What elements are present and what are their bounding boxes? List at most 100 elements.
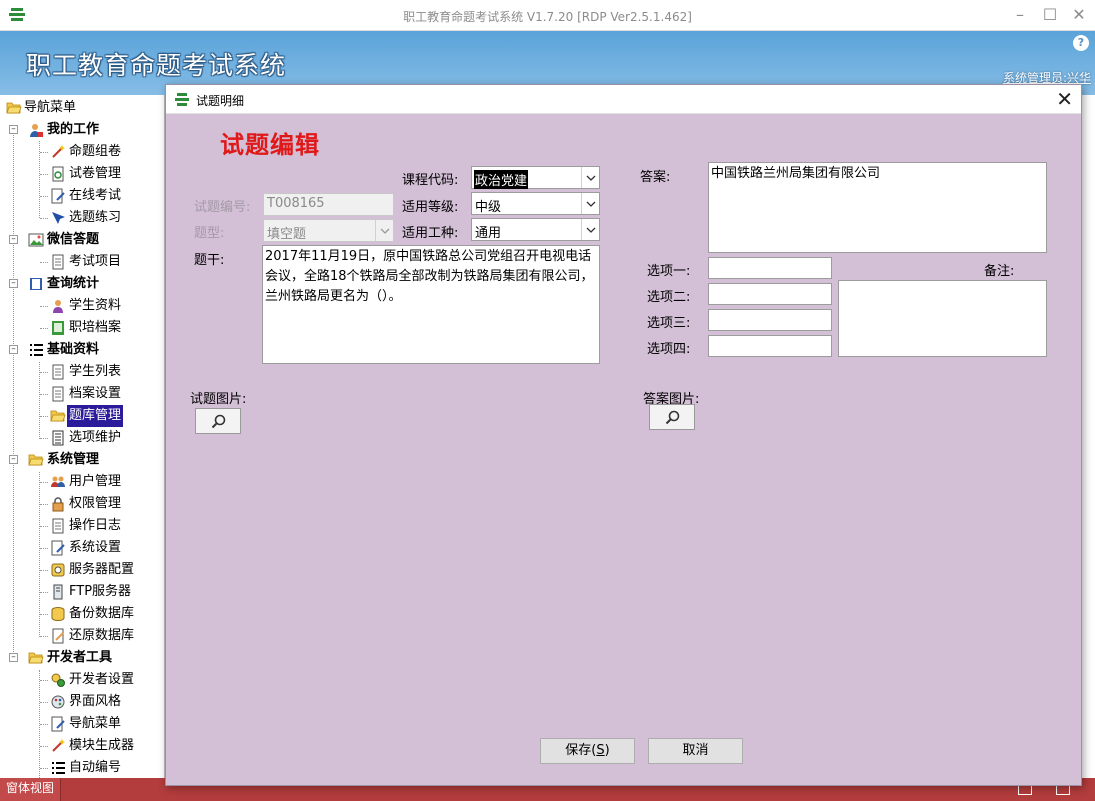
list-icon — [30, 344, 43, 356]
minimize-button[interactable]: – — [1009, 5, 1031, 25]
collapse-icon[interactable]: – — [9, 279, 18, 288]
option1-field[interactable] — [708, 257, 832, 279]
document-icon — [52, 364, 64, 380]
option2-field[interactable] — [708, 283, 832, 305]
chevron-down-icon[interactable] — [581, 219, 599, 240]
remark-label: 备注: — [984, 264, 1015, 279]
chevron-down-icon[interactable] — [581, 167, 599, 188]
question-type-select[interactable]: 填空题 — [263, 219, 394, 242]
tree-item-module-generator[interactable]: 模块生成器 — [0, 735, 164, 757]
tree-item-label: 考试项目 — [69, 254, 122, 269]
question-detail-dialog: 试题明细 ✕ 试题编辑 课程代码: 政治党建 试题编号: T008165 适用等… — [165, 84, 1082, 786]
course-code-label: 课程代码: — [402, 173, 459, 188]
option3-field[interactable] — [708, 309, 832, 331]
document-icon — [52, 518, 64, 534]
open-folder-icon — [50, 410, 66, 422]
remark-textarea[interactable] — [838, 280, 1047, 357]
document-refresh-icon — [52, 166, 64, 182]
list-icon — [52, 762, 65, 774]
tree-item-auto-number[interactable]: 自动编号 — [0, 757, 164, 778]
tree-group-dev-tools[interactable]: – 开发者工具 — [0, 647, 164, 669]
chevron-down-icon[interactable] — [581, 193, 599, 214]
tree-group-my-work[interactable]: – 我的工作 — [0, 119, 164, 141]
tree-item-operation-log[interactable]: 操作日志 — [0, 515, 164, 537]
palette-icon — [51, 695, 65, 709]
tree-item-dev-settings[interactable]: 开发者设置 — [0, 669, 164, 691]
tree-item-practice[interactable]: 选题练习 — [0, 207, 164, 229]
tree-item-label: 学生列表 — [69, 364, 122, 379]
tree-item-label: 界面风格 — [69, 694, 122, 709]
tree-item-backup-db[interactable]: 备份数据库 — [0, 603, 164, 625]
option4-label: 选项四: — [647, 342, 691, 357]
collapse-icon[interactable]: – — [9, 653, 18, 662]
question-image-browse-button[interactable] — [195, 408, 241, 434]
wand-icon — [52, 739, 65, 752]
tree-group-wechat[interactable]: – 微信答题 — [0, 229, 164, 251]
tree-item-label: 题库管理 — [67, 405, 124, 427]
tree-group-basic-data[interactable]: – 基础资料 — [0, 339, 164, 361]
tree-item-paper-manage[interactable]: 试卷管理 — [0, 163, 164, 185]
level-select[interactable]: 中级 — [471, 192, 600, 215]
tree-item-student-info[interactable]: 学生资料 — [0, 295, 164, 317]
book-icon — [30, 278, 42, 290]
tree-item-user-manage[interactable]: 用户管理 — [0, 471, 164, 493]
tree-item-restore-db[interactable]: 还原数据库 — [0, 625, 164, 647]
server-gear-icon — [51, 563, 65, 577]
tree-item-ftp-server[interactable]: FTP服务器 — [0, 581, 164, 603]
save-button-label: 保存( — [565, 743, 597, 758]
collapse-icon[interactable]: – — [9, 125, 18, 134]
tree-item-label: 系统设置 — [69, 540, 122, 555]
tree-group-system[interactable]: – 系统管理 — [0, 449, 164, 471]
stem-textarea[interactable]: 2017年11月19日，原中国铁路总公司党组召开电视电话会议，全路18个铁路局全… — [262, 245, 600, 364]
help-icon[interactable]: ? — [1073, 35, 1089, 51]
question-no-field[interactable]: T008165 — [263, 193, 394, 216]
close-window-button[interactable]: ✕ — [1068, 5, 1090, 25]
option4-field[interactable] — [708, 335, 832, 357]
tree-item-system-settings[interactable]: 系统设置 — [0, 537, 164, 559]
collapse-icon[interactable]: – — [9, 235, 18, 244]
tree-root[interactable]: 导航菜单 — [0, 97, 164, 119]
tree-item-ui-style[interactable]: 界面风格 — [0, 691, 164, 713]
tree-item-compose-paper[interactable]: 命题组卷 — [0, 141, 164, 163]
tree-item-label: 档案设置 — [69, 386, 122, 401]
tree-item-training-archive[interactable]: 职培档案 — [0, 317, 164, 339]
answer-textarea[interactable]: 中国铁路兰州局集团有限公司 — [708, 162, 1047, 253]
chevron-down-icon[interactable] — [375, 220, 393, 241]
job-type-select[interactable]: 通用 — [471, 218, 600, 241]
job-type-value: 通用 — [475, 226, 502, 241]
tree-group-query-stats[interactable]: – 查询统计 — [0, 273, 164, 295]
lock-icon — [52, 497, 64, 512]
option1-label: 选项一: — [647, 264, 691, 279]
collapse-icon[interactable]: – — [9, 455, 18, 464]
course-code-value: 政治党建 — [474, 170, 529, 189]
tree-item-student-list[interactable]: 学生列表 — [0, 361, 164, 383]
tree-item-label: 权限管理 — [69, 496, 122, 511]
tree-item-label: 选题练习 — [69, 210, 122, 225]
dialog-close-button[interactable]: ✕ — [1056, 87, 1073, 111]
form-view-tab[interactable]: 窗体视图 — [0, 778, 62, 801]
save-button[interactable]: 保存(S) — [540, 738, 635, 764]
course-code-select[interactable]: 政治党建 — [471, 166, 600, 189]
level-label: 适用等级: — [402, 200, 459, 215]
database-backup-icon — [51, 607, 65, 622]
restore-document-icon — [52, 628, 64, 644]
collapse-icon[interactable]: – — [9, 345, 18, 354]
dialog-titlebar: 试题明细 ✕ — [166, 85, 1081, 114]
tree-item-question-bank[interactable]: 题库管理 — [0, 405, 164, 427]
job-type-label: 适用工种: — [402, 226, 459, 241]
tree-item-option-maintain[interactable]: 选项维护 — [0, 427, 164, 449]
gears-icon — [51, 673, 65, 687]
tree-item-label: FTP服务器 — [69, 584, 132, 599]
answer-image-browse-button[interactable] — [649, 404, 695, 430]
maximize-button[interactable]: ☐ — [1039, 5, 1061, 25]
tree-item-online-exam[interactable]: 在线考试 — [0, 185, 164, 207]
tree-item-archive-settings[interactable]: 档案设置 — [0, 383, 164, 405]
tree-item-permission[interactable]: 权限管理 — [0, 493, 164, 515]
tree-item-server-config[interactable]: 服务器配置 — [0, 559, 164, 581]
tree-item-exam-project[interactable]: 考试项目 — [0, 251, 164, 273]
tree-item-label: 服务器配置 — [69, 562, 135, 577]
tree-item-label: 模块生成器 — [69, 738, 135, 753]
question-image-label: 试题图片: — [190, 392, 247, 407]
tree-item-nav-menu[interactable]: 导航菜单 — [0, 713, 164, 735]
cancel-button[interactable]: 取消 — [648, 738, 743, 764]
